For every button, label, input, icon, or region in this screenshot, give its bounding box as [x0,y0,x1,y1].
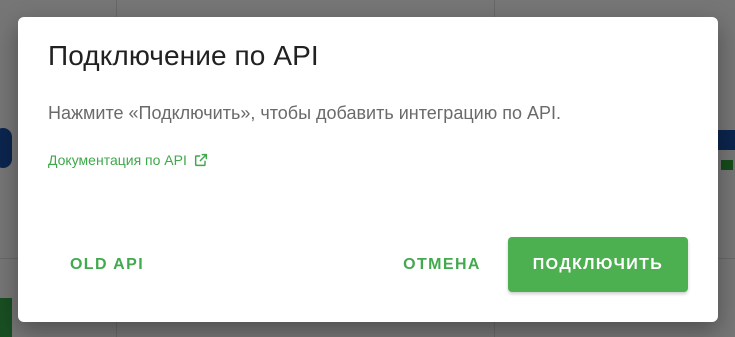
dialog-description: Нажмите «Подключить», чтобы добавить инт… [48,103,561,123]
api-docs-link-label: Документация по API [48,152,187,168]
api-connect-dialog: Подключение по API Нажмите «Подключить»,… [18,17,718,322]
cancel-button[interactable]: ОТМЕНА [382,238,502,292]
dialog-title: Подключение по API [48,40,319,71]
api-docs-link[interactable]: Документация по API [48,152,209,168]
external-link-icon [193,152,209,168]
old-api-button[interactable]: OLD API [48,238,166,292]
connect-button[interactable]: ПОДКЛЮЧИТЬ [508,237,688,292]
